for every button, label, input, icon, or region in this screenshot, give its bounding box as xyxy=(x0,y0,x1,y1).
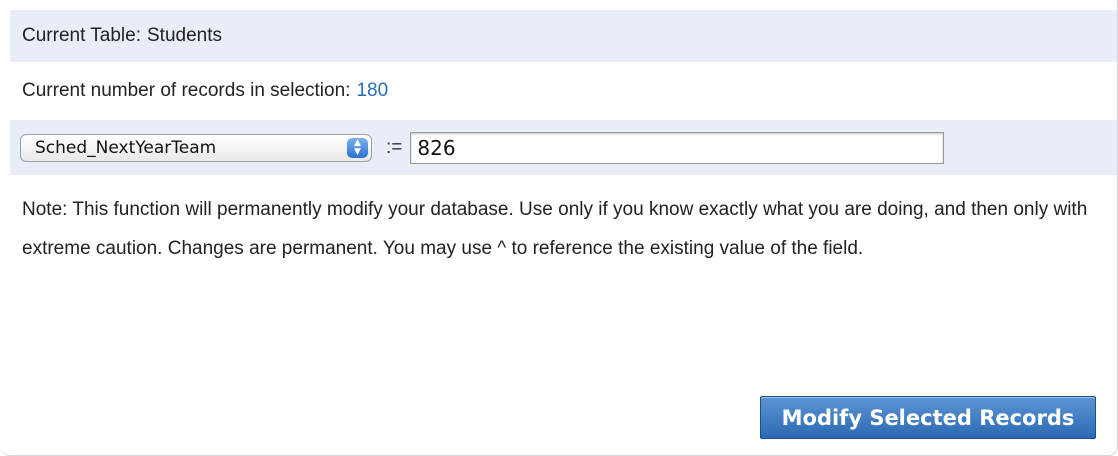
current-table-name: Students xyxy=(147,25,222,46)
modify-records-panel: Current Table: Students Current number o… xyxy=(0,0,1118,456)
record-count-label: Current number of records in selection: xyxy=(22,80,351,101)
record-count-value: 180 xyxy=(356,80,389,101)
field-select[interactable]: Sched_NextYearTeam ▲ ▼ xyxy=(20,133,372,162)
field-select-value: Sched_NextYearTeam xyxy=(35,137,217,158)
assign-operator: := xyxy=(386,136,403,158)
field-assignment-row: Sched_NextYearTeam ▲ ▼ := xyxy=(10,120,1117,175)
current-table-row: Current Table: Students xyxy=(10,10,1117,62)
updown-arrows-icon: ▲ ▼ xyxy=(347,137,368,158)
record-count-row: Current number of records in selection: … xyxy=(10,62,1117,120)
modify-selected-records-button[interactable]: Modify Selected Records xyxy=(760,396,1096,439)
value-input[interactable] xyxy=(410,131,945,164)
current-table-label: Current Table: xyxy=(22,25,141,46)
warning-note: Note: This function will permanently mod… xyxy=(22,199,1088,259)
